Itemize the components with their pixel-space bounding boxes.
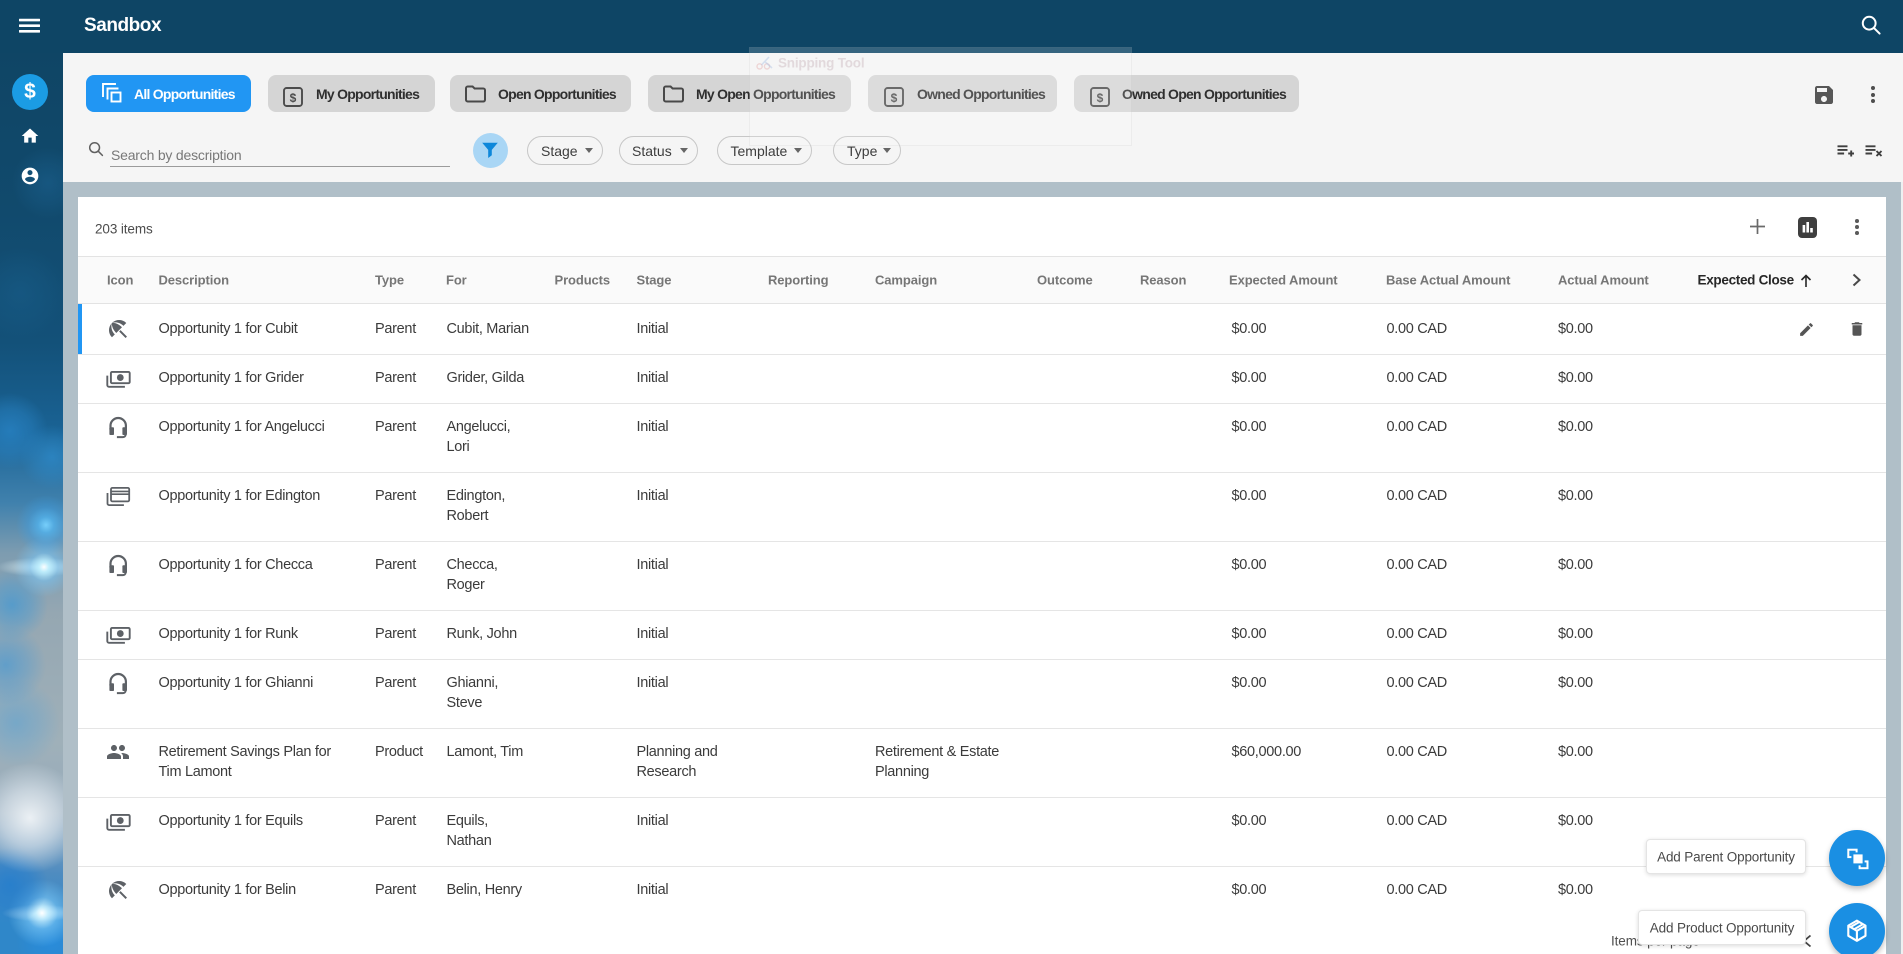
svg-text:$: $ [290, 91, 297, 105]
